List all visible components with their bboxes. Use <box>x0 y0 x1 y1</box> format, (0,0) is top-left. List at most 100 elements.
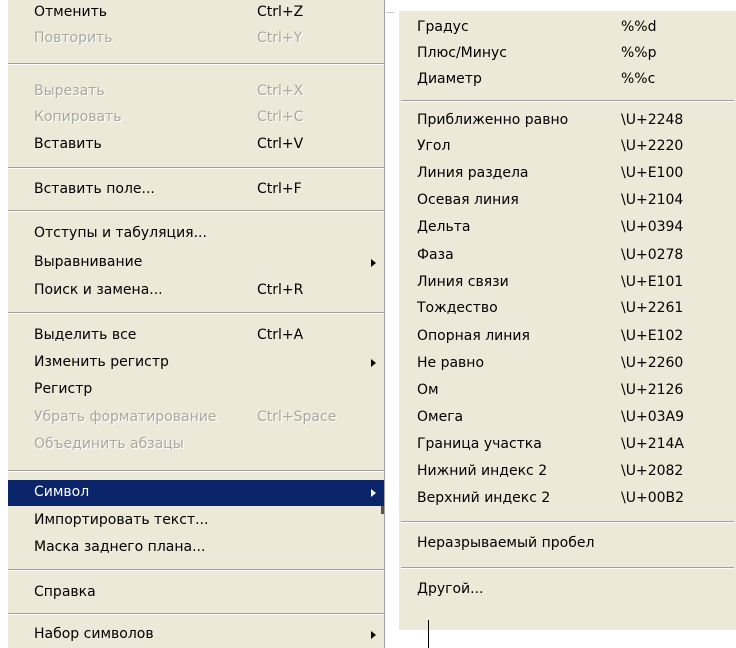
menu-item-label: Вставить <box>34 136 102 152</box>
menu-item-alignment[interactable]: Выравнивание <box>8 250 384 276</box>
menu-item-label: Набор символов <box>34 626 154 642</box>
submenu-item-label: Верхний индекс 2 <box>417 490 551 506</box>
submenu-item-code: \U+0394 <box>621 219 684 235</box>
submenu-item-code: \U+2261 <box>621 300 684 316</box>
menu-separator <box>401 521 734 523</box>
menu-item-cut[interactable]: Вырезать Ctrl+X <box>8 79 384 105</box>
menu-item-remove-formatting[interactable]: Убрать форматирование Ctrl+Space <box>8 405 384 431</box>
menu-item-background-mask[interactable]: Маска заднего плана... <box>8 535 384 561</box>
submenu-item-center-line[interactable]: Осевая линия \U+2104 <box>399 188 736 214</box>
submenu-item-ohm[interactable]: Ом \U+2126 <box>399 378 736 404</box>
menu-item-change-case[interactable]: Изменить регистр <box>8 350 384 376</box>
submenu-item-code: \U+E102 <box>621 328 684 344</box>
submenu-item-identity[interactable]: Тождество \U+2261 <box>399 296 736 322</box>
submenu-item-phase[interactable]: Фаза \U+0278 <box>399 243 736 269</box>
submenu-item-code: \U+2260 <box>621 355 684 371</box>
menu-item-select-all[interactable]: Выделить все Ctrl+A <box>8 323 384 349</box>
submenu-item-superscript-2[interactable]: Верхний индекс 2 \U+00B2 <box>399 486 736 512</box>
menu-item-label: Отступы и табуляция... <box>34 225 207 241</box>
menu-item-undo[interactable]: Отменить Ctrl+Z <box>8 0 384 26</box>
menu-item-help[interactable]: Справка <box>8 580 384 606</box>
submenu-item-reference-line[interactable]: Опорная линия \U+E102 <box>399 324 736 350</box>
menu-separator <box>401 100 734 102</box>
menu-separator <box>401 567 734 569</box>
menu-item-charset[interactable]: Набор символов <box>8 622 384 648</box>
submenu-item-degree[interactable]: Градус %%d <box>399 15 736 41</box>
submenu-item-label: Линия раздела <box>417 165 529 181</box>
submenu-item-property-line[interactable]: Граница участка \U+214A <box>399 432 736 458</box>
submenu-item-label: Линия связи <box>417 274 509 290</box>
submenu-item-subscript-2[interactable]: Нижний индекс 2 \U+2082 <box>399 459 736 485</box>
menu-separator <box>8 63 384 65</box>
submenu-item-label: Ом <box>417 382 439 398</box>
menu-item-label: Отменить <box>34 4 108 20</box>
menu-item-combine-paragraphs[interactable]: Объединить абзацы <box>8 432 384 458</box>
submenu-arrow-icon <box>371 489 376 497</box>
submenu-item-code: \U+2082 <box>621 463 684 479</box>
submenu-item-label: Омега <box>417 409 464 425</box>
submenu-item-nbsp[interactable]: Неразрываемый пробел <box>399 531 736 557</box>
menu-item-redo[interactable]: Повторить Ctrl+Y <box>8 26 384 52</box>
menu-separator <box>8 312 384 314</box>
menu-item-indents-tabs[interactable]: Отступы и табуляция... <box>8 221 384 247</box>
menu-edge-mark <box>381 506 384 514</box>
submenu-item-code: %%d <box>621 19 657 35</box>
menu-item-shortcut: Ctrl+Y <box>257 30 303 46</box>
submenu-item-label: Не равно <box>417 355 485 371</box>
submenu-item-code: \U+E100 <box>621 165 684 181</box>
menu-item-shortcut: Ctrl+A <box>257 327 304 343</box>
submenu-item-flow-line[interactable]: Линия связи \U+E101 <box>399 270 736 296</box>
menu-item-label: Убрать форматирование <box>34 409 217 425</box>
submenu-item-other[interactable]: Другой... <box>399 577 736 603</box>
submenu-item-diameter[interactable]: Диаметр %%c <box>399 67 736 93</box>
symbol-submenu: Градус %%d Плюс/Минус %%p Диаметр %%c Пр… <box>398 10 736 630</box>
menu-item-symbol[interactable]: Символ <box>8 480 384 506</box>
menu-item-shortcut: Ctrl+F <box>257 181 302 197</box>
submenu-item-plus-minus[interactable]: Плюс/Минус %%p <box>399 41 736 67</box>
menu-separator <box>8 470 384 472</box>
submenu-item-approx-equal[interactable]: Приближенно равно \U+2248 <box>399 108 736 134</box>
submenu-item-not-equal[interactable]: Не равно \U+2260 <box>399 351 736 377</box>
menu-item-label: Регистр <box>34 381 93 397</box>
submenu-item-label: Граница участка <box>417 436 542 452</box>
menu-item-label: Маска заднего плана... <box>34 539 206 555</box>
submenu-item-delta[interactable]: Дельта \U+0394 <box>399 215 736 241</box>
menu-item-label: Копировать <box>34 109 122 125</box>
menu-item-insert-field[interactable]: Вставить поле... Ctrl+F <box>8 177 384 203</box>
menu-item-label: Поиск и замена... <box>34 282 163 298</box>
submenu-item-label: Дельта <box>417 219 471 235</box>
submenu-item-label: Тождество <box>417 300 498 316</box>
menu-item-find-replace[interactable]: Поиск и замена... Ctrl+R <box>8 278 384 304</box>
submenu-item-label: Угол <box>417 138 451 154</box>
submenu-item-code: \U+214A <box>621 436 684 452</box>
menu-item-paste[interactable]: Вставить Ctrl+V <box>8 132 384 158</box>
menu-item-case[interactable]: Регистр <box>8 377 384 403</box>
menu-item-label: Справка <box>34 584 96 600</box>
menu-item-label: Символ <box>34 484 90 500</box>
submenu-item-label: Неразрываемый пробел <box>417 535 595 551</box>
menu-item-shortcut: Ctrl+Space <box>257 409 337 425</box>
submenu-item-boundary-line[interactable]: Линия раздела \U+E100 <box>399 161 736 187</box>
submenu-item-omega[interactable]: Омега \U+03A9 <box>399 405 736 431</box>
menu-item-shortcut: Ctrl+R <box>257 282 304 298</box>
menu-item-label: Выравнивание <box>34 254 143 270</box>
submenu-item-angle[interactable]: Угол \U+2220 <box>399 134 736 160</box>
menu-item-label: Импортировать текст... <box>34 512 209 528</box>
submenu-arrow-icon <box>371 259 376 267</box>
menu-item-shortcut: Ctrl+V <box>257 136 304 152</box>
text-cursor <box>428 620 429 648</box>
menu-item-shortcut: Ctrl+X <box>257 83 304 99</box>
menu-item-shortcut: Ctrl+Z <box>257 4 304 20</box>
menu-separator <box>8 613 384 615</box>
menu-item-import-text[interactable]: Импортировать текст... <box>8 508 384 534</box>
menu-item-copy[interactable]: Копировать Ctrl+C <box>8 105 384 131</box>
submenu-arrow-icon <box>371 631 376 639</box>
menu-separator <box>8 167 384 169</box>
submenu-item-code: \U+0278 <box>621 247 684 263</box>
submenu-item-label: Плюс/Минус <box>417 45 507 61</box>
menu-gap <box>385 0 398 648</box>
submenu-item-code: \U+2220 <box>621 138 684 154</box>
submenu-item-code: \U+2248 <box>621 112 684 128</box>
menu-item-label: Объединить абзацы <box>34 436 184 452</box>
submenu-item-label: Диаметр <box>417 71 482 87</box>
